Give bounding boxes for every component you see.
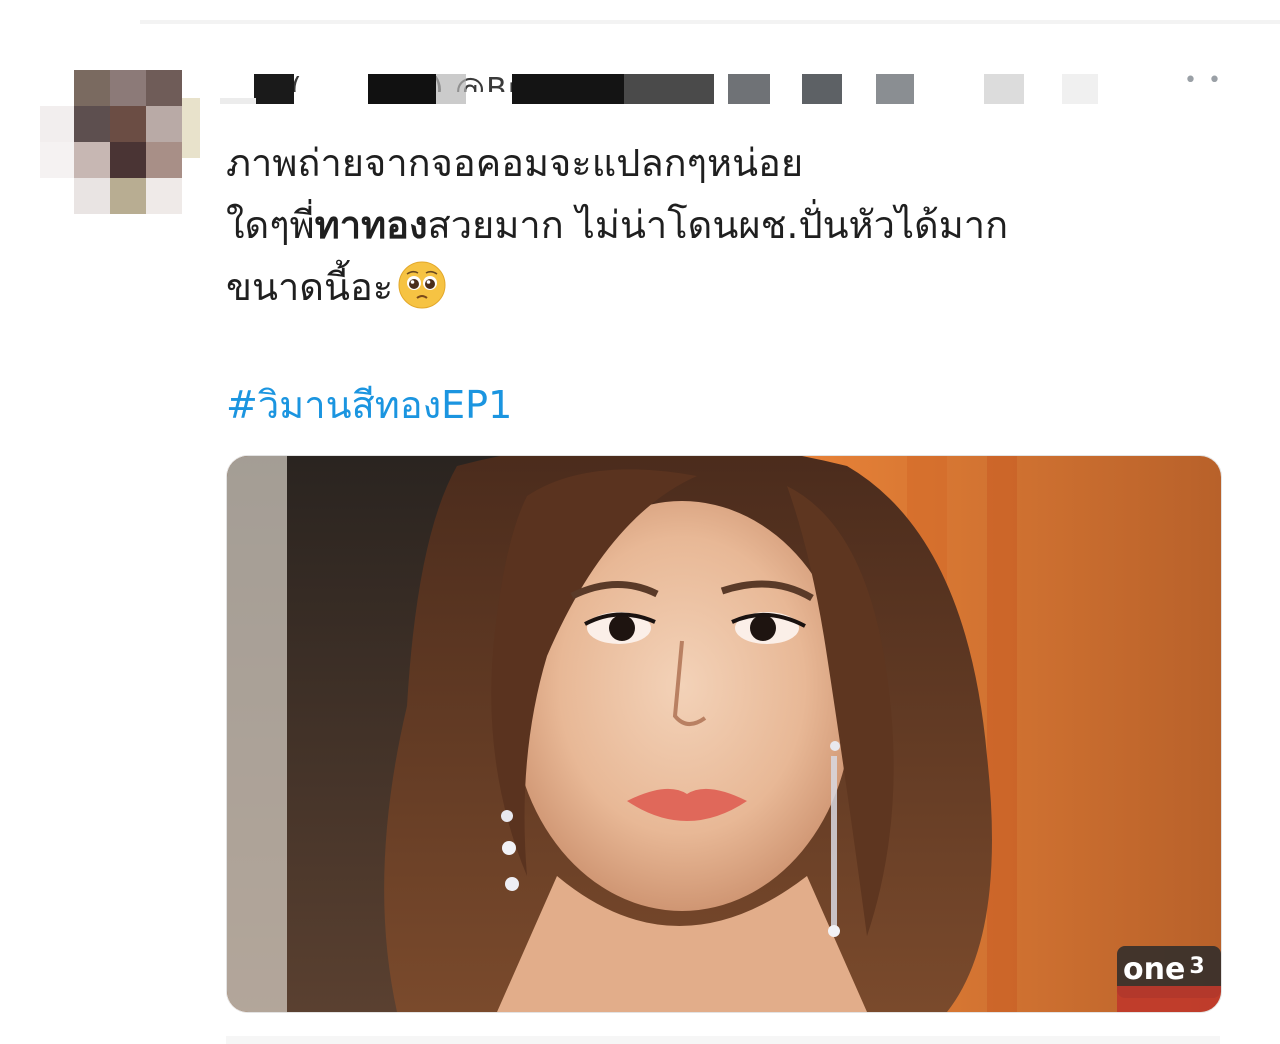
tweet-text-line-2: ใดๆพี่ทาทองสวยมาก ไม่น่าโดนผช.ปั่นหัวได้… — [226, 194, 1226, 256]
tweet-text-line-1: ภาพถ่ายจากจอคอมจะแปลกๆหน่อย — [226, 141, 804, 185]
tweet-media-image[interactable]: one 3 — [226, 455, 1222, 1013]
channel-logo-word: one — [1123, 952, 1186, 987]
tweet-text-line-2-suffix: สวยมาก ไม่น่าโดนผช.ปั่นหัวได้มาก — [427, 203, 1009, 247]
tweet-text: ภาพถ่ายจากจอคอมจะแปลกๆหน่อย ใดๆพี่ทาทองส… — [226, 132, 1226, 318]
bottom-divider — [226, 1036, 1220, 1044]
tweet-screenshot: (.......ทอง) @Bm_02 • • ภาพถ่ายจากจอคอมจ… — [0, 0, 1280, 1044]
tv-still-photo — [227, 456, 1221, 1012]
channel-logo-number: 3 — [1189, 954, 1205, 979]
tweet-text-bold-name: ทาทอง — [314, 203, 428, 247]
hashtag-link[interactable]: #วิมานสีทองEP1 — [226, 374, 512, 435]
top-divider — [140, 20, 1280, 24]
more-horizontal-icon[interactable]: • • — [1184, 68, 1223, 93]
tweet-text-line-3: ขนาดนี้อะ — [226, 256, 1226, 318]
pleading-face-icon — [398, 261, 446, 309]
avatar[interactable] — [40, 70, 200, 220]
tweet-author-line[interactable]: (.......ทอง) @Bm_02 — [220, 68, 1230, 110]
channel-logo-text: one 3 — [1123, 952, 1205, 987]
tweet-text-line-2-prefix: ใดๆพี่ — [226, 203, 315, 247]
tweet-text-line-3-text: ขนาดนี้อะ — [226, 265, 394, 309]
